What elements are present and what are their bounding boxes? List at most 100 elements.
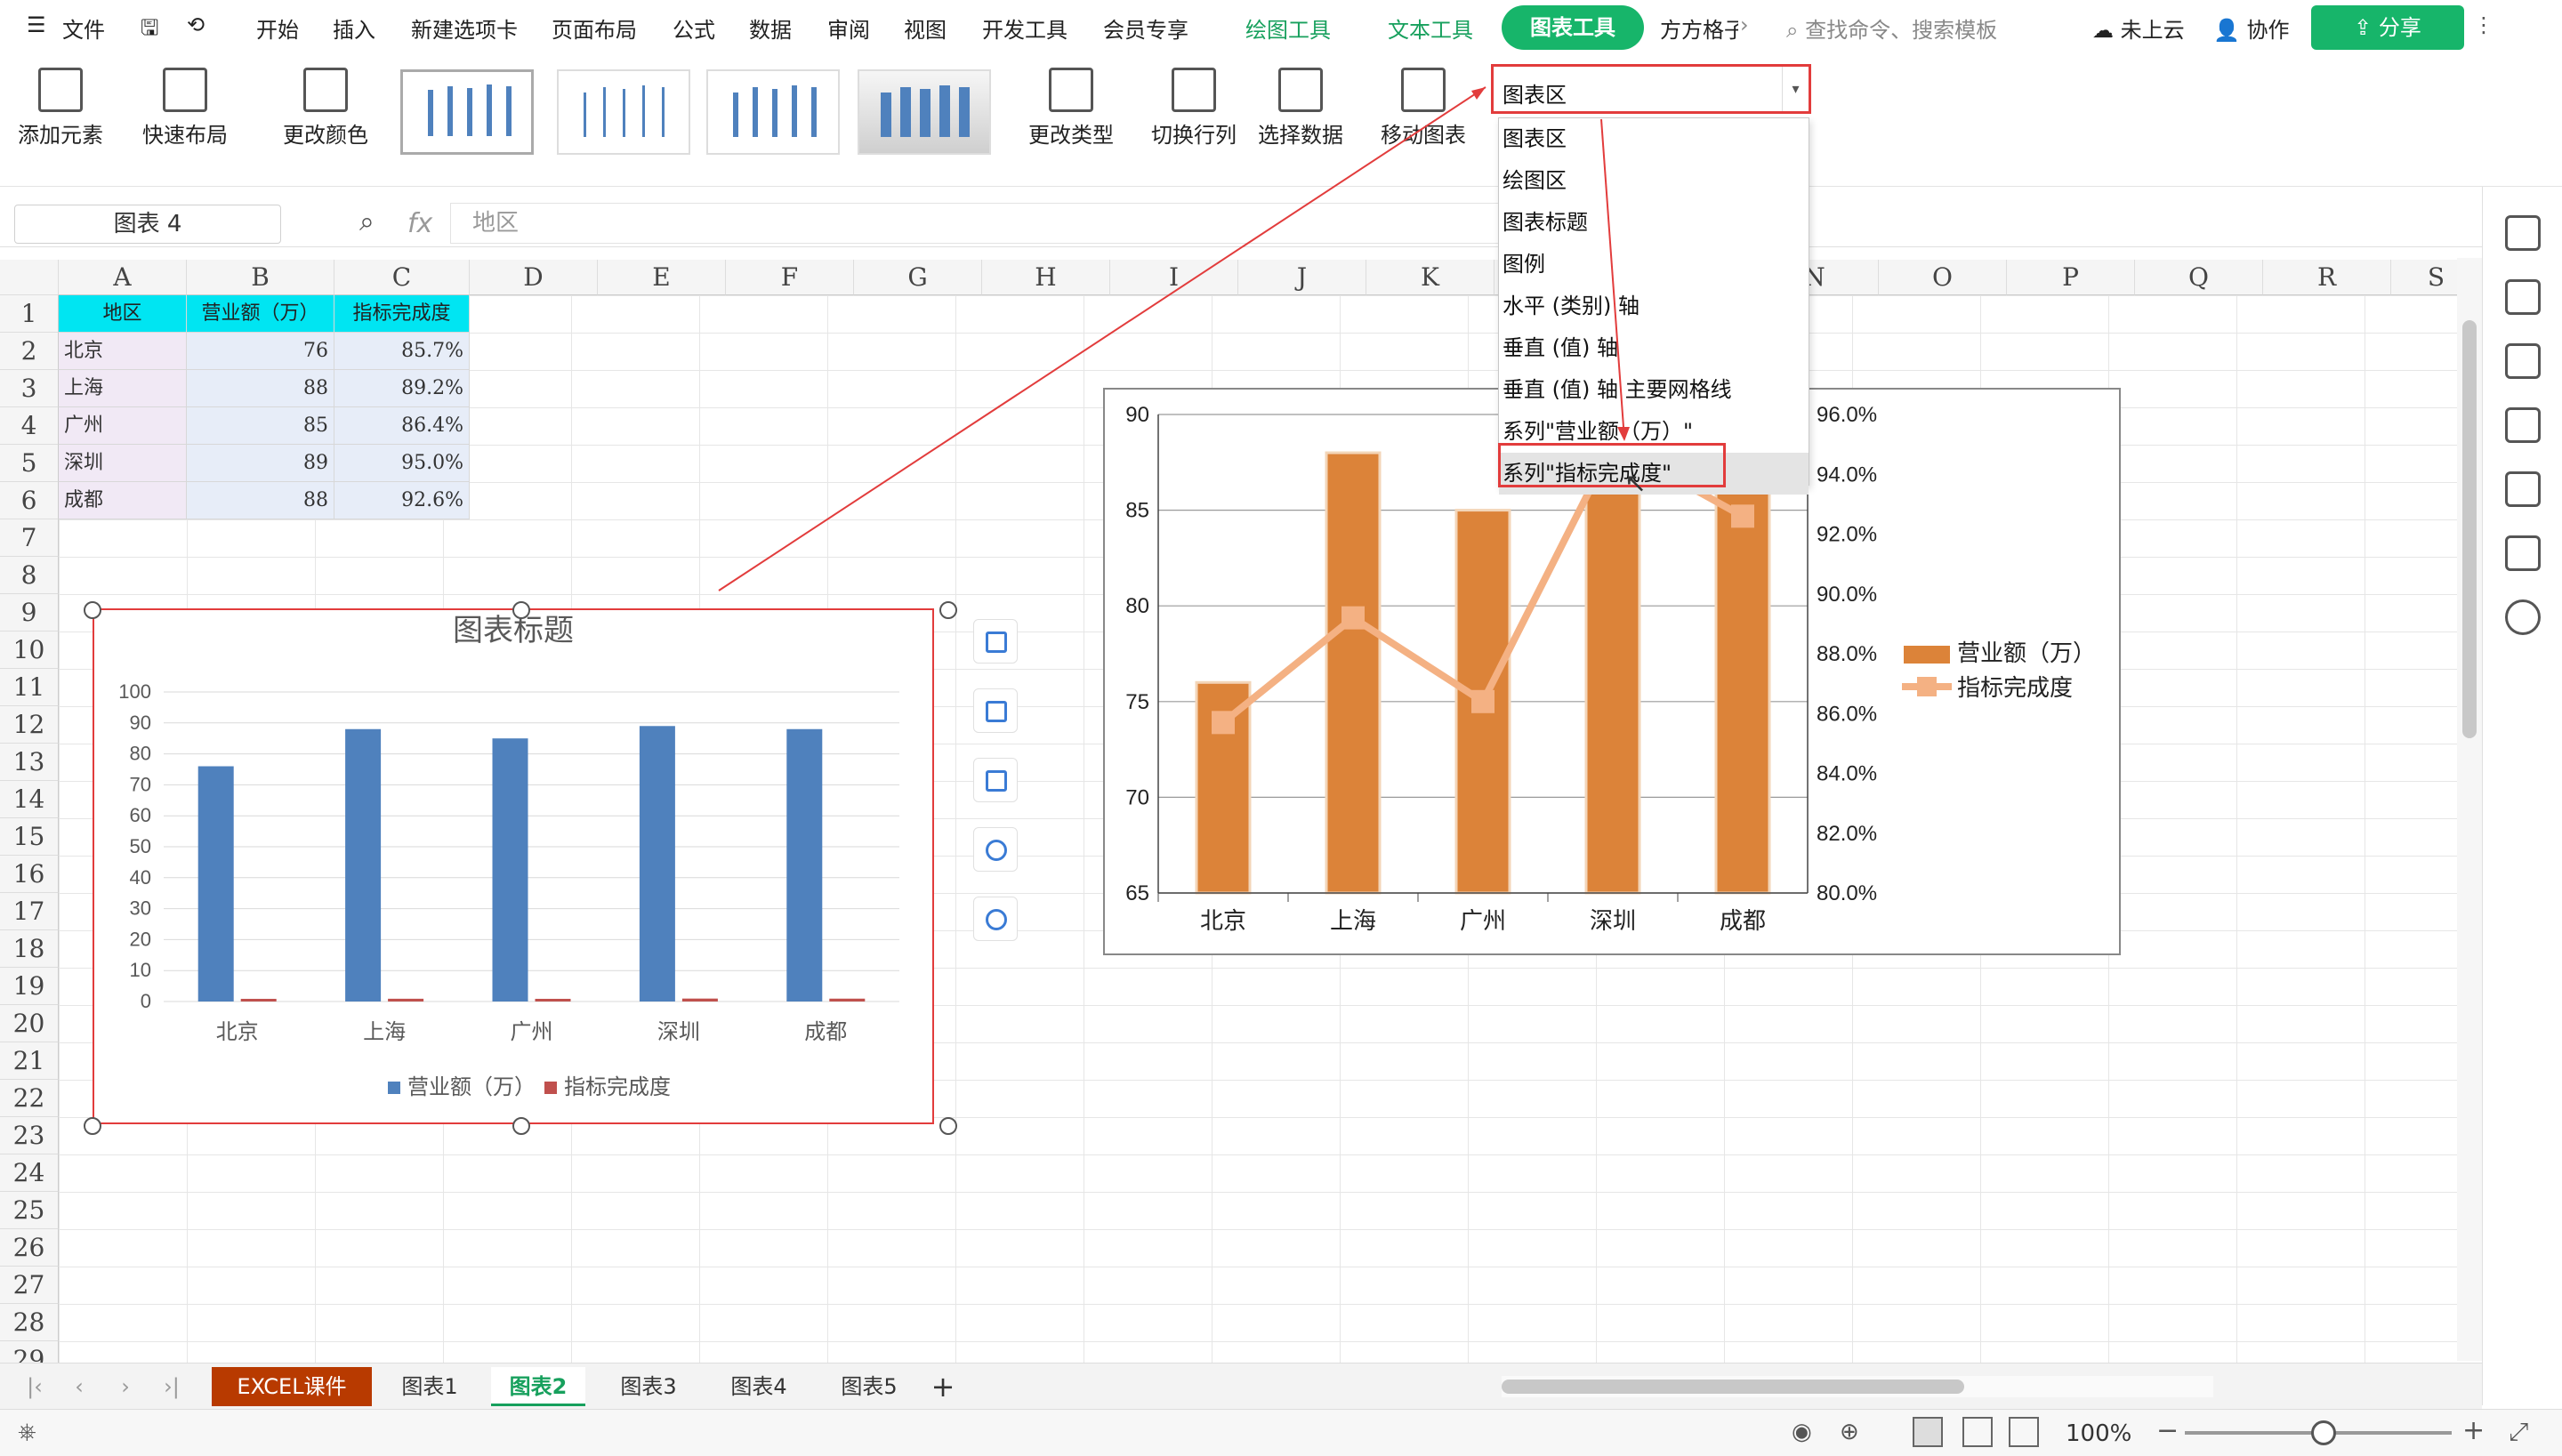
tab-start[interactable]: 开始	[256, 12, 299, 44]
table-cell[interactable]: 88	[187, 370, 334, 407]
sheet-tab-3[interactable]: 图表3	[600, 1367, 697, 1406]
zoom-formula-icon[interactable]: ⌕	[359, 206, 375, 237]
command-search[interactable]: ⌕ 查找命令、搜索模板	[1786, 12, 1997, 44]
column-header-c[interactable]: C	[334, 260, 470, 295]
column-header-f[interactable]: F	[726, 260, 854, 295]
chart-style-3[interactable]	[706, 69, 840, 155]
tab-review[interactable]: 审阅	[827, 12, 870, 44]
menu-icon[interactable]: ☰	[27, 12, 46, 37]
lightning-icon[interactable]	[2504, 599, 2541, 635]
tab-data[interactable]: 数据	[749, 12, 792, 44]
chart-style-2[interactable]	[557, 69, 690, 155]
move-chart-button[interactable]: 移动图表	[1381, 68, 1466, 149]
row-header-10[interactable]: 10	[0, 631, 59, 669]
switch-rowcol-button[interactable]: 切换行列	[1151, 68, 1237, 149]
zoom-out-icon[interactable]: −	[2156, 1415, 2179, 1446]
fx-icon[interactable]: fx	[407, 208, 432, 239]
undo-icon[interactable]: ⟲	[187, 12, 205, 37]
select-data-button[interactable]: 选择数据	[1258, 68, 1343, 149]
column-header-g[interactable]: G	[854, 260, 982, 295]
table-cell[interactable]: 92.6%	[334, 482, 470, 519]
row-header-13[interactable]: 13	[0, 744, 59, 781]
tab-fangfang[interactable]: 方方格子	[1660, 12, 1738, 44]
table-cell[interactable]: 85	[187, 407, 334, 445]
dropdown-item[interactable]: 图表标题	[1499, 202, 1809, 244]
chart-idea-bulb-icon[interactable]	[973, 897, 1018, 941]
tab-drawing-tools[interactable]: 绘图工具	[1245, 12, 1331, 44]
collab-button[interactable]: 👤 协作	[2213, 12, 2290, 44]
table-cell[interactable]: 成都	[59, 482, 187, 519]
row-header-4[interactable]: 4	[0, 407, 59, 445]
chart-style-4[interactable]	[858, 69, 991, 155]
tab-insert[interactable]: 插入	[333, 12, 375, 44]
horizontal-scrollbar[interactable]	[1502, 1376, 2213, 1397]
table-cell[interactable]: 76	[187, 333, 334, 370]
horizontal-scroll-thumb[interactable]	[1502, 1380, 1964, 1394]
add-sheet-icon[interactable]: +	[925, 1367, 961, 1406]
row-header-25[interactable]: 25	[0, 1192, 59, 1229]
zoom-level[interactable]: 100%	[2066, 1420, 2131, 1447]
row-header-5[interactable]: 5	[0, 445, 59, 482]
row-header-18[interactable]: 18	[0, 930, 59, 968]
table-cell[interactable]: 89	[187, 445, 334, 482]
chart-style-1[interactable]	[400, 69, 534, 155]
fullscreen-icon[interactable]: ⤢	[2509, 1417, 2528, 1447]
tab-text-tools[interactable]: 文本工具	[1388, 12, 1473, 44]
row-header-17[interactable]: 17	[0, 893, 59, 930]
tab-view[interactable]: 视图	[904, 12, 947, 44]
chart-elements-icon[interactable]	[973, 619, 1018, 664]
table-cell[interactable]: 95.0%	[334, 445, 470, 482]
rocket-icon[interactable]	[2504, 215, 2541, 251]
column-header-d[interactable]: D	[470, 260, 598, 295]
reading-view-icon[interactable]	[2009, 1417, 2039, 1447]
chevron-down-icon[interactable]: ▾	[1782, 67, 1809, 111]
last-sheet-icon[interactable]: ›|	[158, 1367, 185, 1406]
row-header-21[interactable]: 21	[0, 1042, 59, 1080]
resize-handle-tm[interactable]	[512, 601, 530, 619]
table-cell[interactable]: 89.2%	[334, 370, 470, 407]
zoom-in-icon[interactable]: +	[2462, 1415, 2485, 1446]
vertical-scrollbar[interactable]	[2457, 258, 2482, 1361]
add-element-button[interactable]: 添加元素	[18, 68, 103, 149]
table-cell[interactable]: 上海	[59, 370, 187, 407]
select-all-corner[interactable]	[0, 260, 59, 295]
row-header-7[interactable]: 7	[0, 519, 59, 557]
header-cell[interactable]: 地区	[59, 295, 187, 333]
resize-handle-bm[interactable]	[512, 1117, 530, 1135]
sheet-tab-2[interactable]: 图表2	[491, 1367, 585, 1406]
quick-layout-button[interactable]: 快速布局	[142, 68, 228, 149]
row-header-22[interactable]: 22	[0, 1080, 59, 1117]
resize-handle-bl[interactable]	[84, 1117, 101, 1135]
row-header-16[interactable]: 16	[0, 856, 59, 893]
name-box[interactable]: 图表 4	[14, 205, 281, 244]
first-sheet-icon[interactable]: |‹	[21, 1367, 48, 1406]
row-header-28[interactable]: 28	[0, 1304, 59, 1341]
image-icon[interactable]	[2504, 471, 2541, 507]
change-color-button[interactable]: 更改颜色	[283, 68, 368, 149]
table-cell[interactable]: 北京	[59, 333, 187, 370]
row-header-15[interactable]: 15	[0, 818, 59, 856]
header-cell[interactable]: 指标完成度	[334, 295, 470, 333]
chart-style-brush-icon[interactable]	[973, 688, 1018, 733]
normal-view-icon[interactable]	[1913, 1417, 1943, 1447]
chart-filter-icon[interactable]	[973, 758, 1018, 802]
dropdown-item[interactable]: 垂直 (值) 轴	[1499, 327, 1809, 369]
sheet-tab-excel[interactable]: EXCEL课件	[212, 1367, 372, 1406]
sheet-tab-5[interactable]: 图表5	[820, 1367, 918, 1406]
eye-protect-icon[interactable]: ◉	[1792, 1419, 1812, 1445]
dropdown-item[interactable]: 垂直 (值) 轴 主要网格线	[1499, 369, 1809, 411]
dropdown-item[interactable]: 图例	[1499, 244, 1809, 286]
cloud-status[interactable]: ☁ 未上云	[2092, 12, 2185, 44]
row-header-19[interactable]: 19	[0, 968, 59, 1005]
column-header-e[interactable]: E	[598, 260, 726, 295]
row-header-2[interactable]: 2	[0, 333, 59, 370]
column-header-j[interactable]: J	[1238, 260, 1366, 295]
header-cell[interactable]: 营业额（万）	[187, 295, 334, 333]
prev-sheet-icon[interactable]: ‹	[66, 1367, 93, 1406]
next-sheet-icon[interactable]: ›	[112, 1367, 139, 1406]
row-header-23[interactable]: 23	[0, 1117, 59, 1154]
row-header-8[interactable]: 8	[0, 557, 59, 594]
tab-new[interactable]: 新建选项卡	[411, 12, 518, 44]
row-header-27[interactable]: 27	[0, 1267, 59, 1304]
row-header-26[interactable]: 26	[0, 1229, 59, 1267]
